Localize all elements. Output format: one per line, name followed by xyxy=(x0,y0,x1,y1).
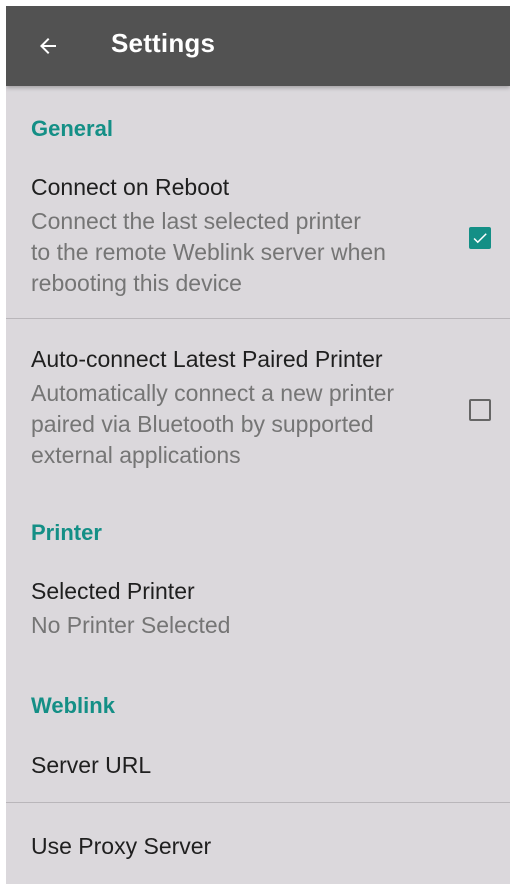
connect-on-reboot-checkbox[interactable] xyxy=(469,227,491,249)
pref-connect-on-reboot[interactable]: Connect on Reboot Connect the last selec… xyxy=(6,166,510,318)
pref-title: Connect on Reboot xyxy=(31,174,230,200)
pref-summary: Automatically connect a new printer pair… xyxy=(31,380,395,468)
page-title: Settings xyxy=(111,28,216,58)
pref-title: Server URL xyxy=(31,752,152,778)
pref-summary: No Printer Selected xyxy=(31,612,231,638)
back-button[interactable] xyxy=(28,26,68,66)
pref-selected-printer[interactable]: Selected Printer No Printer Selected xyxy=(6,568,510,648)
pref-title: Auto-connect Latest Paired Printer xyxy=(31,346,383,372)
pref-auto-connect[interactable]: Auto-connect Latest Paired Printer Autom… xyxy=(6,336,510,486)
section-header-general: General xyxy=(31,116,113,141)
auto-connect-checkbox[interactable] xyxy=(469,399,491,421)
pref-use-proxy-server[interactable]: Use Proxy Server xyxy=(6,803,510,884)
checkmark-icon xyxy=(473,233,487,244)
divider xyxy=(6,318,510,319)
pref-summary: Connect the last selected printer to the… xyxy=(31,208,386,296)
app-bar: Settings xyxy=(6,6,510,86)
section-header-weblink: Weblink xyxy=(31,693,115,718)
pref-title: Use Proxy Server xyxy=(31,833,212,859)
pref-server-url[interactable]: Server URL xyxy=(6,732,510,802)
section-header-printer: Printer xyxy=(31,520,102,545)
arrow-left-icon xyxy=(40,38,56,54)
pref-title: Selected Printer xyxy=(31,578,195,604)
settings-screen: Settings General Connect on Reboot Conne… xyxy=(6,6,510,884)
